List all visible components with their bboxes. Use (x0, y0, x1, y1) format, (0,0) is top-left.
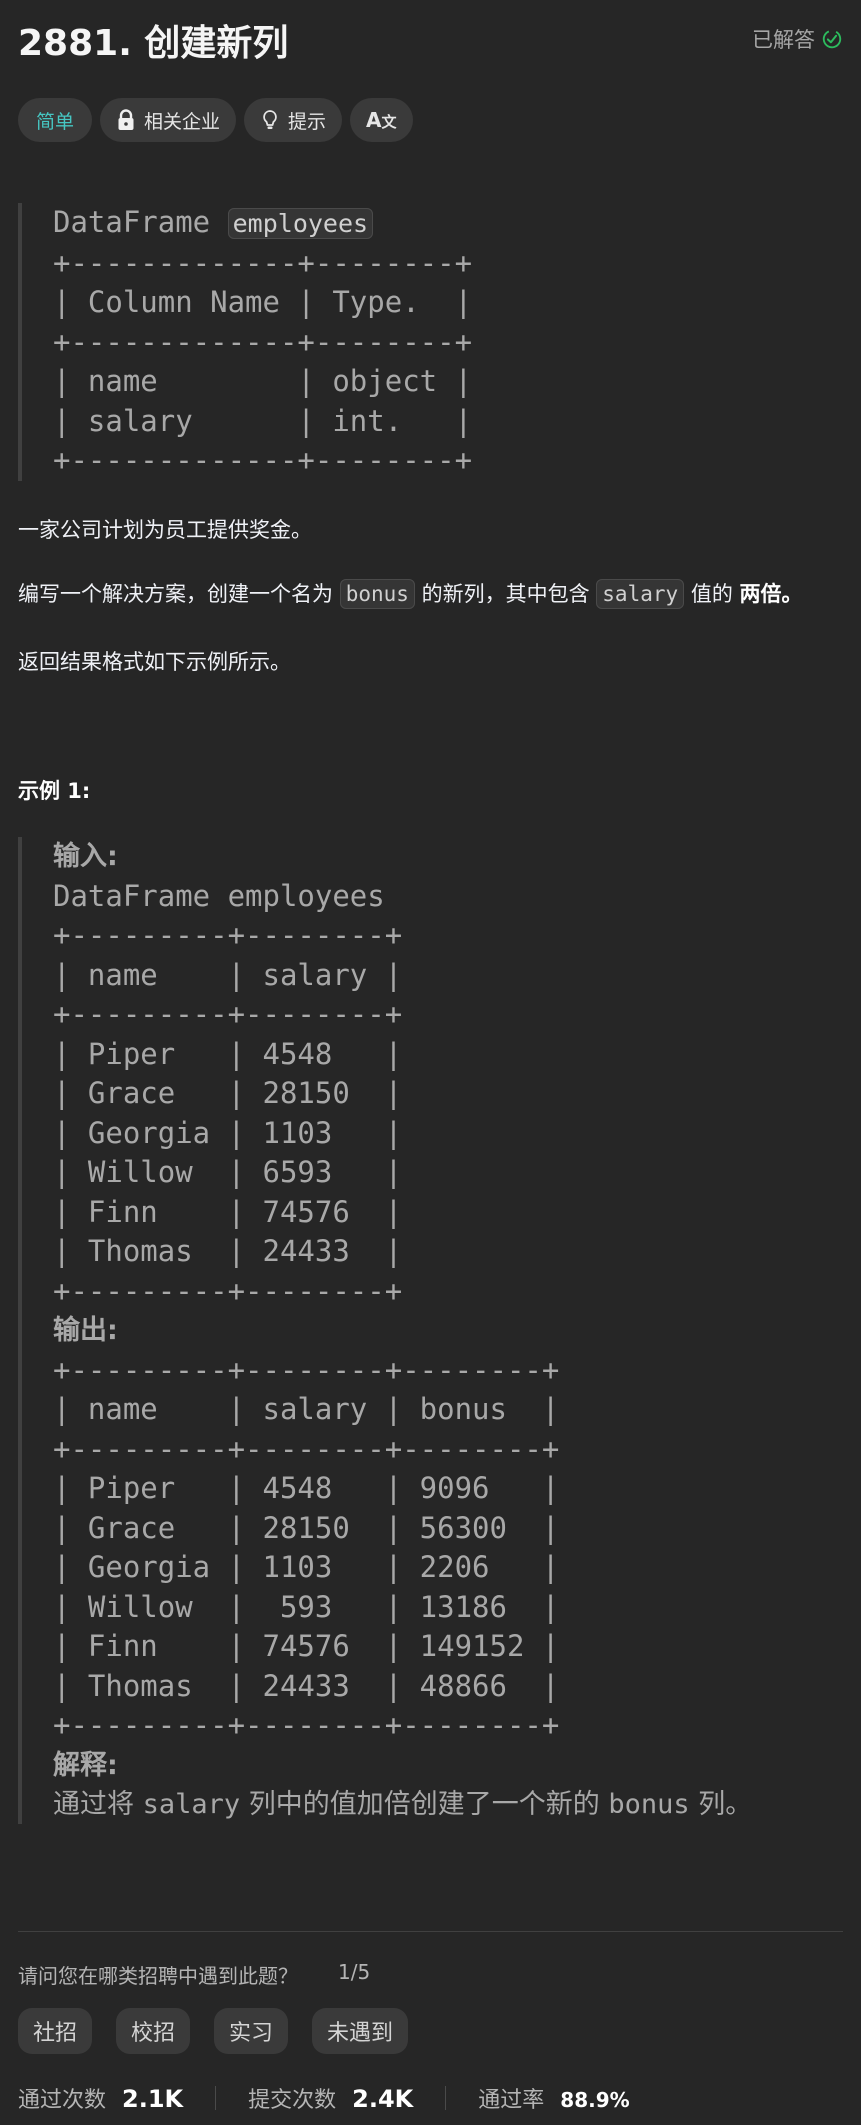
check-circle-icon (822, 29, 842, 49)
survey-question: 请问您在哪类招聘中遇到此题？ 1/5 (18, 1960, 370, 1989)
description-p1: 一家公司计划为员工提供奖金。 (18, 518, 312, 542)
p2-text-b: 的新列，其中包含 (421, 582, 590, 606)
expl-code-salary: salary (142, 1789, 241, 1820)
schema-block: DataFrame employees +-------------+-----… (18, 203, 522, 481)
p2-bold: 两倍。 (739, 582, 803, 606)
survey-question-text: 请问您在哪类招聘中遇到此题？ (18, 1964, 298, 1988)
solved-label: 已解答 (752, 28, 815, 52)
input-label: 输入: (53, 841, 118, 872)
lightbulb-icon (263, 110, 277, 129)
rate-label: 通过率 (478, 2088, 545, 2113)
survey-option-campus[interactable]: 校招 (116, 2008, 191, 2054)
translate-tag[interactable]: A文 (350, 98, 413, 142)
rate-value: 88.9% (560, 2088, 630, 2112)
code-bonus: bonus (339, 579, 415, 609)
stat-separator (445, 2086, 447, 2110)
survey-option-social[interactable]: 社招 (18, 2008, 93, 2054)
output-table: +---------+--------+--------+ | name | s… (53, 1352, 560, 1743)
survey-progress: 1/5 (338, 1960, 371, 1984)
schema-table: +-------------+--------+ | Column Name |… (53, 245, 473, 478)
companies-tag[interactable]: 相关企业 (100, 98, 237, 142)
expl-code-bonus: bonus (608, 1789, 690, 1820)
schema-content: DataFrame employees +-------------+-----… (53, 203, 472, 481)
description-p3: 返回结果格式如下示例所示。 (18, 650, 291, 674)
survey-option-intern[interactable]: 实习 (214, 2008, 289, 2054)
hints-tag[interactable]: 提示 (244, 98, 343, 142)
stats-bar: 通过次数 2.1K 提交次数 2.4K 通过率 88.9% (18, 2082, 630, 2114)
survey-options: 社招 校招 实习 未遇到 (18, 2008, 409, 2054)
p2-text-c: 值的 (690, 582, 733, 606)
expl-b: 列中的值加倍创建了一个新的 (248, 1789, 600, 1820)
expl-c: 列。 (698, 1789, 753, 1820)
explanation-text: 通过将 salary 列中的值加倍创建了一个新的 bonus 列。 (53, 1785, 752, 1825)
difficulty-label: 简单 (36, 110, 75, 133)
input-table: DataFrame employees +---------+--------+… (53, 878, 403, 1308)
stat-separator (215, 2086, 217, 2110)
companies-label: 相关企业 (144, 110, 221, 133)
lock-icon (118, 109, 134, 130)
hints-label: 提示 (288, 110, 327, 133)
survey-option-none[interactable]: 未遇到 (312, 2008, 409, 2054)
example-title: 示例 1: (18, 779, 91, 803)
stat-rate: 通过率 88.9% (478, 2082, 629, 2114)
solved-status: 已解答 (752, 24, 843, 54)
code-salary: salary (596, 579, 685, 609)
translate-icon: A文 (366, 108, 397, 132)
explanation-label: 解释: (53, 1749, 118, 1781)
example-block: 输入: DataFrame employees +---------+-----… (18, 837, 842, 1824)
divider (18, 1931, 843, 1932)
difficulty-tag[interactable]: 简单 (18, 98, 93, 142)
problem-tags: 简单 相关企业 提示 A文 (18, 98, 413, 142)
submissions-value: 2.4K (352, 2085, 414, 2113)
p2-text-a: 编写一个解决方案，创建一个名为 (18, 582, 333, 606)
expl-a: 通过将 (53, 1789, 134, 1820)
accepted-value: 2.1K (122, 2085, 184, 2113)
description-p2: 编写一个解决方案，创建一个名为 bonus 的新列，其中包含 salary 值的… (18, 578, 803, 609)
schema-name-code: employees (227, 208, 374, 239)
accepted-label: 通过次数 (18, 2088, 107, 2113)
stat-submissions: 提交次数 2.4K (248, 2082, 413, 2114)
problem-title: 2881. 创建新列 (18, 23, 289, 64)
stat-accepted: 通过次数 2.1K (18, 2082, 183, 2114)
output-label: 输出: (53, 1315, 118, 1346)
submissions-label: 提交次数 (248, 2088, 337, 2113)
schema-prefix: DataFrame (53, 205, 211, 239)
